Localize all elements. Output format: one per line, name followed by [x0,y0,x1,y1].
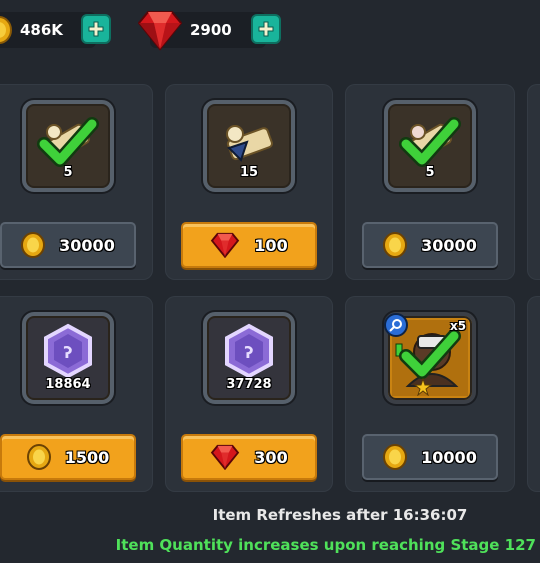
item-slot[interactable]: 5 [22,100,114,192]
coin-icon [383,444,408,470]
gem-amount: 2900 [190,21,232,39]
add-gold-button[interactable] [81,14,111,44]
coin-icon [21,232,46,258]
buy-button[interactable]: 1500 [0,434,136,480]
price-label: 30000 [421,235,477,255]
refresh-timer-text: Item Refreshes after 16:36:07 [212,506,468,524]
price-label: 1500 [64,447,110,467]
quantity-note-text: Item Quantity increases upon reaching St… [115,536,536,554]
item-slot[interactable]: 5 [384,100,476,192]
buy-button[interactable]: 100 [181,222,317,268]
svg-text:ʔ: ʔ [244,343,253,362]
buy-button[interactable]: 300 [181,434,317,480]
coin-icon [0,16,12,48]
item-quantity: 5 [63,165,73,180]
price-label: 300 [254,447,288,467]
buy-button[interactable]: 10000 [362,434,498,480]
item-slot[interactable]: 15 [203,100,295,192]
star-icon [414,378,432,396]
ruby-icon [210,444,240,470]
ruby-icon [137,9,183,55]
coin-icon [383,232,408,258]
plus-icon [258,21,274,37]
item-slot[interactable]: ʔ 18864 [22,312,114,404]
shop-card-partial [527,296,540,492]
price-label: 10000 [421,447,477,467]
item-slot[interactable]: ʔ 37728 [203,312,295,404]
buy-button[interactable]: 30000 [0,222,136,268]
ruby-icon [210,232,240,258]
price-label: 100 [254,235,288,255]
magnify-badge-icon[interactable] [384,313,408,337]
svg-text:ʔ: ʔ [63,343,72,362]
shop-card-partial [527,84,540,280]
item-quantity: 15 [239,165,259,180]
item-quantity: 5 [425,165,435,180]
price-label: 30000 [59,235,115,255]
add-gem-button[interactable] [251,14,281,44]
item-quantity: 37728 [226,377,272,392]
plus-icon [88,21,104,37]
coin-icon [26,444,51,470]
item-multiplier: x5 [450,319,467,333]
item-quantity: 18864 [45,377,91,392]
gold-amount: 486K [20,21,63,39]
buy-button[interactable]: 30000 [362,222,498,268]
